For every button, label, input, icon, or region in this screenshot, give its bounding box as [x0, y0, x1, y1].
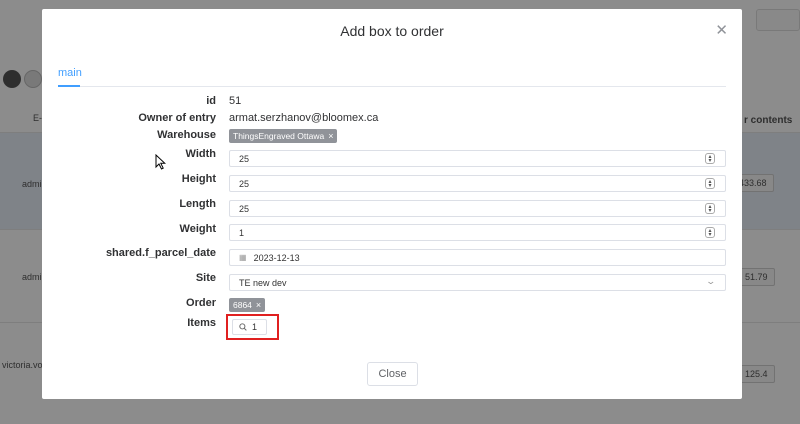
items-highlight-box: 1 — [226, 314, 279, 340]
tab-main[interactable]: main — [58, 67, 82, 79]
parcel-date-label: shared.f_parcel_date — [105, 247, 216, 259]
site-value: TE new dev — [239, 277, 287, 288]
mouse-cursor-icon — [155, 154, 166, 170]
order-tag-text: 6864 — [233, 300, 252, 310]
owner-value: armat.serzhanov@bloomex.ca — [229, 112, 379, 124]
weight-input[interactable]: 1 ▴ ▾ — [229, 224, 726, 241]
weight-value: 1 — [239, 227, 245, 238]
search-icon — [239, 323, 247, 331]
id-value: 51 — [229, 95, 242, 107]
order-tag: 6864 × — [229, 298, 266, 312]
order-tag-remove-icon[interactable]: × — [256, 300, 261, 310]
warehouse-tag-text: ThingsEngraved Ottawa — [233, 131, 325, 141]
height-value: 25 — [239, 178, 250, 189]
width-label: Width — [185, 148, 216, 160]
parcel-date-value: 2023-12-13 — [253, 252, 300, 263]
tab-active-indicator — [58, 85, 80, 87]
warehouse-tag-remove-icon[interactable]: × — [328, 131, 333, 141]
width-input[interactable]: 25 ▴ ▾ — [229, 150, 726, 167]
close-button[interactable]: Close — [367, 362, 418, 386]
width-value: 25 — [239, 153, 250, 164]
warehouse-tag: ThingsEngraved Ottawa × — [229, 129, 338, 143]
site-label: Site — [195, 272, 216, 284]
chevron-down-icon[interactable]: ⌄ — [706, 276, 717, 287]
weight-spinner-icon[interactable]: ▴ ▾ — [705, 227, 715, 238]
close-icon[interactable]: ✕ — [715, 21, 728, 39]
height-spinner-icon[interactable]: ▴ ▾ — [705, 178, 715, 189]
parcel-date-input[interactable]: ▦ 2023-12-13 — [229, 249, 726, 266]
owner-label: Owner of entry — [138, 112, 216, 124]
length-spinner-icon[interactable]: ▴ ▾ — [705, 203, 715, 214]
site-select[interactable]: TE new dev ⌄ — [229, 274, 726, 291]
items-count: 1 — [252, 322, 258, 332]
add-box-dialog: Add box to order ✕ main id 51 Owner of e… — [42, 9, 742, 399]
length-input[interactable]: 25 ▴ ▾ — [229, 200, 726, 217]
items-label: Items — [187, 317, 216, 329]
dialog-title: Add box to order — [340, 23, 444, 39]
id-label: id — [206, 95, 216, 107]
weight-label: Weight — [179, 223, 216, 235]
width-spinner-icon[interactable]: ▴ ▾ — [705, 153, 715, 164]
items-button[interactable]: 1 — [232, 319, 267, 335]
height-input[interactable]: 25 ▴ ▾ — [229, 175, 726, 192]
height-label: Height — [181, 173, 216, 185]
tab-bar: main — [58, 65, 726, 87]
length-value: 25 — [239, 203, 250, 214]
order-label: Order — [186, 297, 216, 309]
length-label: Length — [179, 198, 216, 210]
warehouse-label: Warehouse — [157, 129, 216, 141]
calendar-icon: ▦ — [239, 253, 247, 262]
